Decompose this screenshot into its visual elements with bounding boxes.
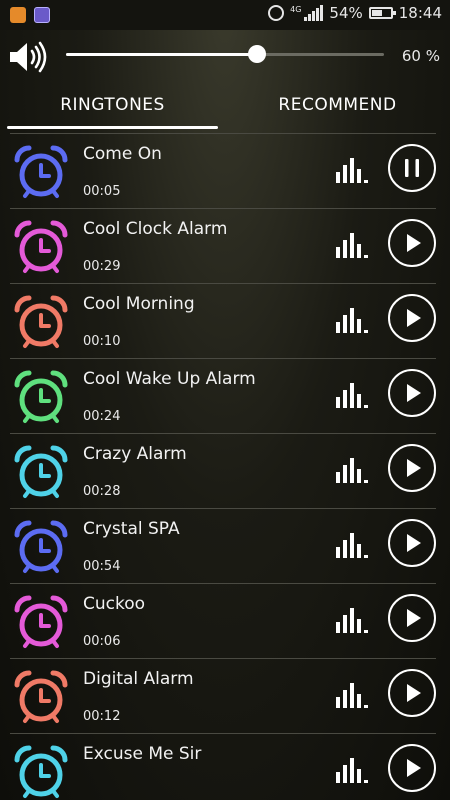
ringtone-title: Crazy Alarm [83, 444, 187, 464]
ringtone-title: Cool Clock Alarm [83, 219, 228, 239]
play-icon [407, 309, 421, 327]
ringtone-title: Crystal SPA [83, 519, 180, 539]
play-icon [407, 609, 421, 627]
alarm-clock-icon [14, 220, 68, 273]
play-button[interactable] [388, 444, 436, 492]
equalizer-icon [336, 157, 368, 183]
ringtone-duration: 00:54 [83, 559, 121, 574]
volume-slider[interactable] [66, 45, 384, 63]
speaker-icon[interactable] [8, 40, 48, 74]
ringtone-duration: 00:29 [83, 259, 121, 274]
battery-icon [368, 7, 396, 19]
play-button[interactable] [388, 594, 436, 642]
list-item[interactable]: Excuse Me Sir [0, 733, 450, 800]
clock-time: 18:44 [398, 4, 442, 22]
tab-recommend[interactable]: RECOMMEND [225, 95, 450, 115]
battery-percent: 54% [329, 4, 363, 22]
play-icon [407, 534, 421, 552]
equalizer-icon [336, 307, 368, 333]
play-button[interactable] [388, 519, 436, 567]
equalizer-icon [336, 457, 368, 483]
active-tab-indicator [7, 126, 218, 129]
ringtone-list: Come On 00:05 Cool Clock Alarm 00:29 Cool Mo… [0, 133, 450, 800]
play-icon [407, 234, 421, 252]
play-icon [407, 759, 421, 777]
row-divider [10, 733, 436, 734]
ringtone-title: Excuse Me Sir [83, 744, 202, 764]
equalizer-icon [336, 232, 368, 258]
pause-button[interactable] [388, 144, 436, 192]
equalizer-icon [336, 382, 368, 408]
alarm-clock-icon [14, 595, 68, 648]
ringtone-title: Digital Alarm [83, 669, 194, 689]
network-type: 4G [290, 5, 302, 14]
alarm-clock-icon [14, 445, 68, 498]
ringtone-duration: 00:06 [83, 634, 121, 649]
tab-ringtones[interactable]: RINGTONES [0, 95, 225, 115]
row-divider [10, 583, 436, 584]
play-button[interactable] [388, 294, 436, 342]
notification-purple-icon [34, 7, 50, 23]
tab-bar: RINGTONES RECOMMEND [0, 85, 450, 130]
equalizer-icon [336, 757, 368, 783]
alarm-clock-icon [14, 745, 68, 798]
row-divider [10, 208, 436, 209]
alarm-icon [268, 5, 285, 21]
volume-percent: 60 % [401, 47, 440, 65]
alarm-clock-icon [14, 670, 68, 723]
alarm-clock-icon [14, 145, 68, 198]
play-icon [407, 459, 421, 477]
ringtone-duration: 00:12 [83, 709, 121, 724]
ringtone-duration: 00:05 [83, 184, 121, 199]
ringtone-duration: 00:10 [83, 334, 121, 349]
list-item[interactable]: Crystal SPA 00:54 [0, 508, 450, 583]
list-item[interactable]: Cool Clock Alarm 00:29 [0, 208, 450, 283]
status-bar: 4G 54% 18:44 [0, 0, 450, 30]
equalizer-icon [336, 682, 368, 708]
equalizer-icon [336, 532, 368, 558]
volume-bar: 60 % [0, 30, 450, 85]
row-divider [10, 433, 436, 434]
volume-slider-fill [66, 53, 257, 56]
play-button[interactable] [388, 744, 436, 792]
alarm-clock-icon [14, 520, 68, 573]
ringtone-duration: 00:28 [83, 484, 121, 499]
ringtone-title: Cool Wake Up Alarm [83, 369, 256, 389]
play-button[interactable] [388, 219, 436, 267]
signal-icon [304, 5, 324, 21]
list-item[interactable]: Come On 00:05 [0, 133, 450, 208]
list-item[interactable]: Cool Morning 00:10 [0, 283, 450, 358]
row-divider [10, 508, 436, 509]
ringtone-title: Cuckoo [83, 594, 146, 614]
play-icon [407, 684, 421, 702]
list-item[interactable]: Digital Alarm 00:12 [0, 658, 450, 733]
row-divider [10, 658, 436, 659]
row-divider [10, 133, 436, 134]
row-divider [10, 358, 436, 359]
play-button[interactable] [388, 369, 436, 417]
ringtone-title: Come On [83, 144, 162, 164]
list-item[interactable]: Cool Wake Up Alarm 00:24 [0, 358, 450, 433]
list-item[interactable]: Crazy Alarm 00:28 [0, 433, 450, 508]
play-button[interactable] [388, 669, 436, 717]
notification-orange-icon [10, 7, 26, 23]
equalizer-icon [336, 607, 368, 633]
list-item[interactable]: Cuckoo 00:06 [0, 583, 450, 658]
play-icon [407, 384, 421, 402]
pause-icon [405, 159, 419, 177]
volume-slider-knob[interactable] [247, 45, 266, 63]
ringtone-duration: 00:24 [83, 409, 121, 424]
ringtone-title: Cool Morning [83, 294, 195, 314]
alarm-clock-icon [14, 295, 68, 348]
row-divider [10, 283, 436, 284]
alarm-clock-icon [14, 370, 68, 423]
